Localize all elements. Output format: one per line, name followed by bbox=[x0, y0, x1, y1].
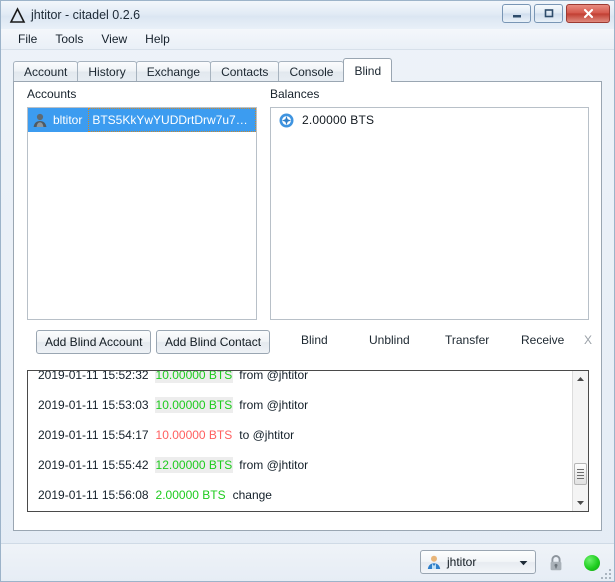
account-name-text: bltitor bbox=[53, 113, 83, 127]
scroll-down-icon[interactable] bbox=[573, 495, 588, 511]
history-amount: 2.00000 BTS bbox=[155, 488, 226, 502]
minimize-icon[interactable] bbox=[502, 4, 531, 23]
status-bar: jhtitor bbox=[1, 543, 614, 581]
tab-history[interactable]: History bbox=[77, 61, 137, 81]
history-note: from @jhtitor bbox=[239, 398, 309, 412]
citadel-main-window: jhtitor - citadel 0.2.6 File Tools View … bbox=[0, 0, 615, 582]
history-date: 2019-01-11 15:52:32 bbox=[38, 370, 149, 382]
tab-blind[interactable]: Blind bbox=[343, 58, 393, 82]
history-date: 2019-01-11 15:56:08 bbox=[38, 488, 149, 502]
maximize-icon[interactable] bbox=[534, 4, 563, 23]
tab-strip: Account History Exchange Contacts Consol… bbox=[13, 58, 393, 82]
history-amount: 10.00000 BTS bbox=[155, 428, 233, 442]
balance-amount-text: 2.00000 BTS bbox=[302, 113, 375, 127]
blind-action[interactable]: Blind bbox=[301, 333, 328, 347]
tab-exchange[interactable]: Exchange bbox=[135, 61, 212, 81]
tab-account[interactable]: Account bbox=[13, 61, 79, 81]
user-avatar-icon bbox=[426, 554, 442, 570]
menu-item-help[interactable]: Help bbox=[136, 30, 179, 48]
history-amount: 12.00000 BTS bbox=[154, 457, 234, 473]
history-amount: 10.00000 BTS bbox=[154, 397, 234, 413]
accounts-label: Accounts bbox=[27, 87, 77, 101]
bts-coin-icon bbox=[279, 113, 294, 128]
history-note: change bbox=[232, 488, 272, 502]
scrollbar-thumb[interactable] bbox=[574, 463, 587, 485]
balances-list[interactable]: 2.00000 BTS bbox=[270, 107, 589, 320]
history-row[interactable]: 2019-01-11 15:54:17 10.00000 BTS to @jht… bbox=[28, 420, 573, 450]
history-date: 2019-01-11 15:53:03 bbox=[38, 398, 149, 412]
balances-label: Balances bbox=[270, 87, 320, 101]
menu-item-tools[interactable]: Tools bbox=[46, 30, 92, 48]
menu-bar: File Tools View Help bbox=[1, 29, 614, 50]
add-blind-account-button[interactable]: Add Blind Account bbox=[36, 330, 152, 354]
account-selector-dropdown[interactable]: jhtitor bbox=[420, 550, 536, 574]
menu-item-file[interactable]: File bbox=[9, 30, 46, 48]
history-note: from @jhtitor bbox=[239, 458, 309, 472]
delta-triangle-icon bbox=[7, 5, 27, 25]
unblind-action[interactable]: Unblind bbox=[369, 333, 410, 347]
blind-history-list[interactable]: 2019-01-11 15:52:32 10.00000 BTS from @j… bbox=[27, 370, 589, 512]
window-controls bbox=[502, 4, 610, 23]
history-row[interactable]: 2019-01-11 15:55:42 12.00000 BTS from @j… bbox=[28, 450, 573, 480]
history-row[interactable]: 2019-01-11 15:56:08 2.00000 BTS change bbox=[28, 480, 573, 510]
history-note: from @jhtitor bbox=[239, 370, 309, 382]
history-date: 2019-01-11 15:54:17 bbox=[38, 428, 149, 442]
accounts-list[interactable]: bltitor BTS5KkYwYUDDrtDrw7u7… bbox=[27, 107, 257, 320]
receive-action[interactable]: Receive bbox=[521, 333, 564, 347]
user-avatar-icon bbox=[32, 112, 48, 128]
blind-history-rows: 2019-01-11 15:52:32 10.00000 BTS from @j… bbox=[28, 370, 573, 510]
title-bar: jhtitor - citadel 0.2.6 bbox=[1, 1, 614, 30]
tab-contacts[interactable]: Contacts bbox=[210, 61, 280, 81]
transfer-action[interactable]: Transfer bbox=[445, 333, 489, 347]
history-scrollbar[interactable] bbox=[572, 371, 588, 511]
window-title: jhtitor - citadel 0.2.6 bbox=[31, 8, 141, 22]
history-date: 2019-01-11 15:55:42 bbox=[38, 458, 149, 472]
scrollbar-grip-icon bbox=[577, 467, 584, 481]
scroll-up-icon[interactable] bbox=[573, 371, 588, 387]
blind-tab-page: Accounts Balances bltitor BTS5KkYwYUDDrt… bbox=[13, 81, 602, 531]
close-icon[interactable] bbox=[566, 4, 610, 23]
account-name-cell[interactable]: bltitor bbox=[28, 108, 89, 132]
clear-action[interactable]: X bbox=[584, 333, 592, 347]
lock-closed-icon[interactable] bbox=[548, 554, 564, 575]
balances-row[interactable]: 2.00000 BTS bbox=[271, 108, 588, 132]
blind-action-row: Add Blind Account Add Blind Contact Blin… bbox=[24, 330, 594, 356]
account-address-cell[interactable]: BTS5KkYwYUDDrtDrw7u7… bbox=[88, 108, 256, 132]
accounts-row[interactable]: bltitor BTS5KkYwYUDDrtDrw7u7… bbox=[28, 108, 256, 132]
history-amount: 10.00000 BTS bbox=[154, 371, 234, 383]
account-selector-value: jhtitor bbox=[447, 555, 477, 569]
resize-grip-icon[interactable] bbox=[601, 569, 611, 579]
green-status-led bbox=[584, 555, 600, 571]
history-row[interactable]: 2019-01-11 15:52:32 10.00000 BTS from @j… bbox=[28, 370, 573, 390]
history-row[interactable]: 2019-01-11 15:53:03 10.00000 BTS from @j… bbox=[28, 390, 573, 420]
menu-item-view[interactable]: View bbox=[92, 30, 136, 48]
chevron-down-icon[interactable] bbox=[519, 555, 528, 569]
history-note: to @jhtitor bbox=[239, 428, 295, 442]
add-blind-contact-button[interactable]: Add Blind Contact bbox=[156, 330, 271, 354]
tab-console[interactable]: Console bbox=[278, 61, 345, 81]
